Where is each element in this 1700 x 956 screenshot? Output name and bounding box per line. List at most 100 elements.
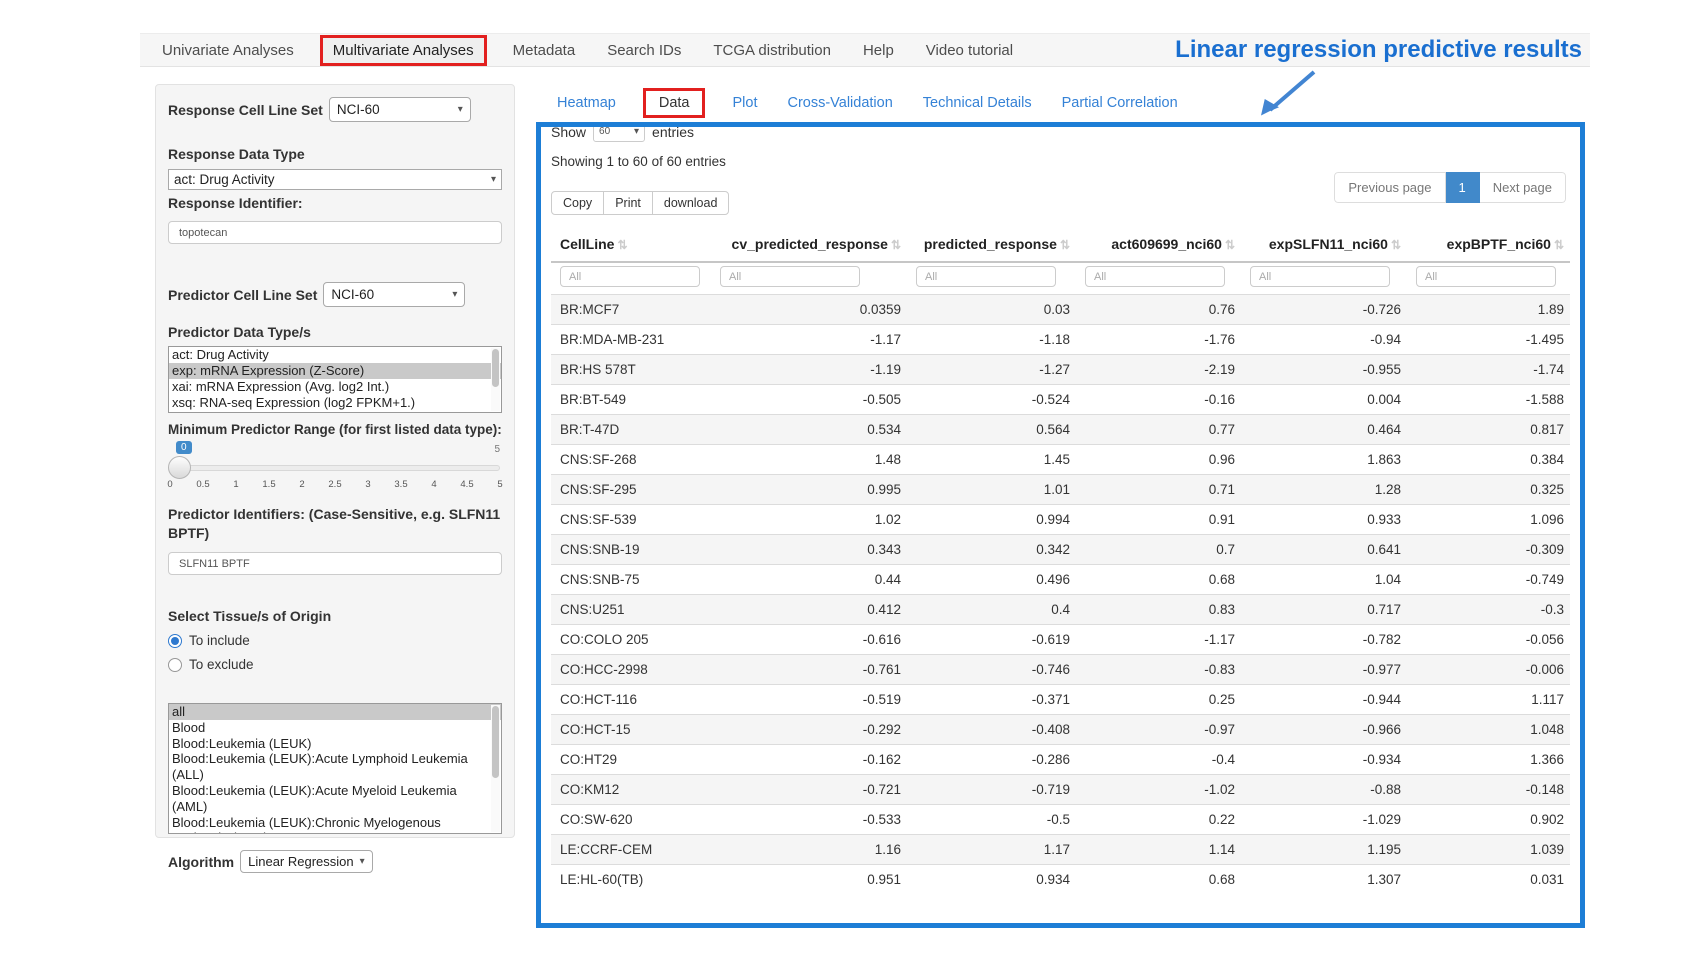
show-entries-select[interactable]: 60 ▾ xyxy=(593,122,645,142)
nav-item-search-ids[interactable]: Search IDs xyxy=(607,42,681,59)
table-row[interactable]: CNS:SF-5391.020.9940.910.9331.096 xyxy=(551,505,1570,535)
predictor-identifiers-input[interactable]: SLFN11 BPTF xyxy=(168,552,502,575)
nav-item-metadata[interactable]: Metadata xyxy=(513,42,576,59)
tissue-option-blood-leukemia-leuk-acute-myeloid-leukem[interactable]: Blood:Leukemia (LEUK):Acute Myeloid Leuk… xyxy=(169,783,501,815)
value-cell: 1.48 xyxy=(711,445,907,475)
table-row[interactable]: BR:HS 578T-1.19-1.27-2.19-0.955-1.74 xyxy=(551,355,1570,385)
value-cell: -0.519 xyxy=(711,685,907,715)
print-button[interactable]: Print xyxy=(603,191,653,215)
table-row[interactable]: CNS:U2510.4120.40.830.717-0.3 xyxy=(551,595,1570,625)
cell-line-name: BR:T-47D xyxy=(551,415,711,445)
value-cell: 0.902 xyxy=(1407,805,1570,835)
tissue-option-blood-leukemia-leuk-chronic-myelogenous-[interactable]: Blood:Leukemia (LEUK):Chronic Myelogenou… xyxy=(169,815,501,834)
slider-track[interactable] xyxy=(170,465,500,471)
sort-icon[interactable]: ⇅ xyxy=(891,238,901,252)
column-header-predicted-response[interactable]: predicted_response⇅ xyxy=(907,227,1076,262)
algorithm-select[interactable]: Linear Regression ▾ xyxy=(240,850,373,873)
sort-icon[interactable]: ⇅ xyxy=(1554,238,1564,252)
column-header-cv-predicted-response[interactable]: cv_predicted_response⇅ xyxy=(711,227,907,262)
table-row[interactable]: BR:MDA-MB-231-1.17-1.18-1.76-0.94-1.495 xyxy=(551,325,1570,355)
tab-heatmap[interactable]: Heatmap xyxy=(557,95,616,111)
table-row[interactable]: LE:HL-60(TB)0.9510.9340.681.3070.031 xyxy=(551,865,1570,895)
response-identifier-input[interactable]: topotecan xyxy=(168,221,502,244)
next-page-button[interactable]: Next page xyxy=(1480,172,1566,203)
table-row[interactable]: CO:HCT-15-0.292-0.408-0.97-0.9661.048 xyxy=(551,715,1570,745)
filter-input-cv-predicted-response[interactable]: All xyxy=(720,266,860,287)
cell-line-name: BR:MCF7 xyxy=(551,295,711,325)
table-row[interactable]: CNS:SNB-190.3430.3420.70.641-0.309 xyxy=(551,535,1570,565)
nav-item-univariate-analyses[interactable]: Univariate Analyses xyxy=(162,42,294,59)
table-row[interactable]: CO:COLO 205-0.616-0.619-1.17-0.782-0.056 xyxy=(551,625,1570,655)
slider-tick-1-5: 1.5 xyxy=(262,479,275,490)
table-row[interactable]: CNS:SNB-750.440.4960.681.04-0.749 xyxy=(551,565,1570,595)
sort-icon[interactable]: ⇅ xyxy=(1060,238,1070,252)
tissue-option-blood-leukemia-leuk[interactable]: Blood:Leukemia (LEUK) xyxy=(169,736,501,752)
tissue-option-blood-leukemia-leuk-acute-lymphoid-leuke[interactable]: Blood:Leukemia (LEUK):Acute Lymphoid Leu… xyxy=(169,751,501,783)
table-row[interactable]: CO:HT29-0.162-0.286-0.4-0.9341.366 xyxy=(551,745,1570,775)
tab-technical-details[interactable]: Technical Details xyxy=(923,95,1032,111)
response-data-type-select[interactable]: act: Drug Activity ▾ xyxy=(168,169,502,190)
radio-to-exclude[interactable] xyxy=(168,658,182,672)
table-row[interactable]: BR:MCF70.03590.030.76-0.7261.89 xyxy=(551,295,1570,325)
filter-input-cellline[interactable]: All xyxy=(560,266,700,287)
tab-plot[interactable]: Plot xyxy=(732,95,757,111)
tab-data[interactable]: Data xyxy=(643,88,706,118)
algorithm-label: Algorithm xyxy=(168,854,234,870)
table-row[interactable]: CO:SW-620-0.533-0.50.22-1.0290.902 xyxy=(551,805,1570,835)
radio-to-include[interactable] xyxy=(168,634,182,648)
tissue-option-all[interactable]: all xyxy=(169,704,501,720)
scrollbar[interactable] xyxy=(491,348,500,411)
page-1-button[interactable]: 1 xyxy=(1446,172,1480,203)
tab-cross-validation[interactable]: Cross-Validation xyxy=(787,95,892,111)
value-cell: 1.02 xyxy=(711,505,907,535)
table-row[interactable]: CO:HCT-116-0.519-0.3710.25-0.9441.117 xyxy=(551,685,1570,715)
filter-input-expslfn11-nci60[interactable]: All xyxy=(1250,266,1390,287)
table-row[interactable]: BR:T-47D0.5340.5640.770.4640.817 xyxy=(551,415,1570,445)
slider-tick-1: 1 xyxy=(233,479,238,490)
column-header-expslfn11-nci60[interactable]: expSLFN11_nci60⇅ xyxy=(1241,227,1407,262)
table-row[interactable]: LE:CCRF-CEM1.161.171.141.1951.039 xyxy=(551,835,1570,865)
predictor-cell-line-set-select[interactable]: NCI-60 ▾ xyxy=(323,282,465,307)
value-cell: -0.056 xyxy=(1407,625,1570,655)
sort-icon[interactable]: ⇅ xyxy=(617,238,627,252)
slider-tick-0-5: 0.5 xyxy=(196,479,209,490)
table-row[interactable]: CNS:SF-2681.481.450.961.8630.384 xyxy=(551,445,1570,475)
download-button[interactable]: download xyxy=(652,191,730,215)
predictor-data-types-listbox[interactable]: act: Drug Activityexp: mRNA Expression (… xyxy=(168,346,502,413)
copy-button[interactable]: Copy xyxy=(551,191,604,215)
filter-input-expbptf-nci60[interactable]: All xyxy=(1416,266,1556,287)
column-header-cellline[interactable]: CellLine⇅ xyxy=(551,227,711,262)
filter-input-predicted-response[interactable]: All xyxy=(916,266,1056,287)
sort-icon[interactable]: ⇅ xyxy=(1391,238,1401,252)
nav-item-tcga-distribution[interactable]: TCGA distribution xyxy=(713,42,831,59)
tissue-listbox[interactable]: allBloodBlood:Leukemia (LEUK)Blood:Leuke… xyxy=(168,703,502,834)
predictor-type-option-exp[interactable]: exp: mRNA Expression (Z-Score) xyxy=(169,363,501,379)
radio-to-exclude-label: To exclude xyxy=(189,657,254,672)
value-cell: -0.148 xyxy=(1407,775,1570,805)
nav-item-multivariate-analyses[interactable]: Multivariate Analyses xyxy=(320,35,487,66)
table-row[interactable]: BR:BT-549-0.505-0.524-0.160.004-1.588 xyxy=(551,385,1570,415)
table-row[interactable]: CNS:SF-2950.9951.010.711.280.325 xyxy=(551,475,1570,505)
column-header-act609699-nci60[interactable]: act609699_nci60⇅ xyxy=(1076,227,1241,262)
column-header-expbptf-nci60[interactable]: expBPTF_nci60⇅ xyxy=(1407,227,1570,262)
cell-line-name: LE:CCRF-CEM xyxy=(551,835,711,865)
tab-partial-correlation[interactable]: Partial Correlation xyxy=(1062,95,1178,111)
response-cell-line-set-select[interactable]: NCI-60 ▾ xyxy=(329,97,471,122)
value-cell: -1.495 xyxy=(1407,325,1570,355)
slider-handle[interactable] xyxy=(168,456,191,479)
predictor-type-option-xsq[interactable]: xsq: RNA-seq Expression (log2 FPKM+1.) xyxy=(169,395,501,411)
scrollbar[interactable] xyxy=(491,705,500,832)
filter-input-act609699-nci60[interactable]: All xyxy=(1085,266,1225,287)
tissue-option-blood[interactable]: Blood xyxy=(169,720,501,736)
nav-item-video-tutorial[interactable]: Video tutorial xyxy=(926,42,1013,59)
table-row[interactable]: CO:HCC-2998-0.761-0.746-0.83-0.977-0.006 xyxy=(551,655,1570,685)
value-cell: 1.01 xyxy=(907,475,1076,505)
predictor-type-option-xai[interactable]: xai: mRNA Expression (Avg. log2 Int.) xyxy=(169,379,501,395)
predictor-type-option-act[interactable]: act: Drug Activity xyxy=(169,347,501,363)
sort-icon[interactable]: ⇅ xyxy=(1225,238,1235,252)
min-predictor-range-slider[interactable]: 0 5 00.511.522.533.544.55 xyxy=(168,441,502,497)
table-row[interactable]: CO:KM12-0.721-0.719-1.02-0.88-0.148 xyxy=(551,775,1570,805)
nav-item-help[interactable]: Help xyxy=(863,42,894,59)
value-cell: -0.006 xyxy=(1407,655,1570,685)
previous-page-button[interactable]: Previous page xyxy=(1334,172,1445,203)
